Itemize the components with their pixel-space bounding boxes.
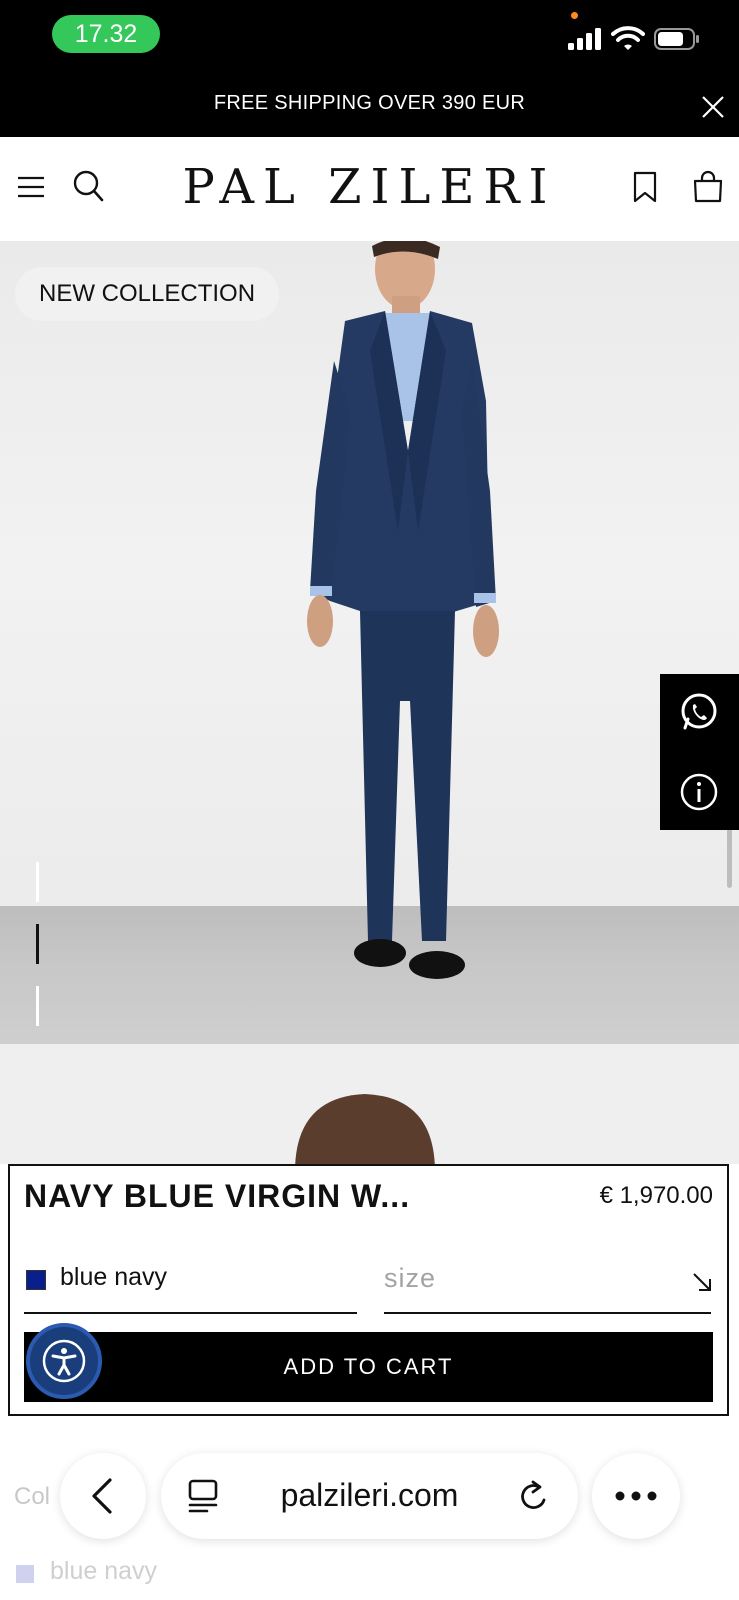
color-section-label: Col [14, 1483, 51, 1510]
accessibility-icon [42, 1339, 86, 1383]
product-price: € 1,970.00 [599, 1182, 713, 1209]
color-value-faded: blue navy [50, 1557, 158, 1585]
browser-url-bar[interactable]: palzileri.com [161, 1453, 578, 1539]
reload-icon[interactable] [517, 1479, 551, 1515]
color-select-underline [24, 1312, 357, 1314]
gallery-dash[interactable] [36, 986, 39, 1026]
side-widgets [660, 674, 739, 830]
info-icon[interactable] [679, 772, 719, 812]
status-bar: 17.32 FREE SHIPPING OVER 390 EUR [0, 0, 739, 137]
bookmark-icon[interactable] [632, 171, 658, 203]
clock: 17.32 [52, 15, 160, 53]
product-name: NAVY BLUE VIRGIN W... [24, 1178, 411, 1214]
whatsapp-icon[interactable] [679, 692, 719, 732]
model-figure [307, 241, 499, 979]
battery-icon [654, 28, 699, 50]
shopping-bag-icon[interactable] [692, 169, 724, 203]
product-purchase-card: NAVY BLUE VIRGIN W... € 1,970.00 blue na… [8, 1164, 729, 1416]
color-swatch-faded [16, 1565, 34, 1583]
promo-banner-text: FREE SHIPPING OVER 390 EUR [213, 92, 526, 114]
product-image[interactable]: NEW COLLECTION [0, 241, 739, 1044]
more-dots-icon [615, 1491, 657, 1501]
accessibility-button[interactable] [26, 1323, 102, 1399]
recording-indicator [571, 12, 578, 19]
size-select[interactable]: size [384, 1263, 436, 1294]
browser-more-button[interactable] [592, 1453, 680, 1539]
new-collection-badge: NEW COLLECTION [15, 267, 280, 321]
product-image-secondary[interactable] [0, 1044, 739, 1164]
arrow-down-right-icon[interactable] [690, 1270, 714, 1294]
size-select-underline [384, 1312, 711, 1314]
close-icon[interactable] [700, 94, 726, 120]
browser-url-text: palzileri.com [280, 1477, 459, 1513]
browser-back-button[interactable] [60, 1453, 146, 1539]
brand-logo[interactable]: PAL ZILERI [0, 159, 739, 215]
color-swatch[interactable] [26, 1270, 46, 1290]
model-hair-peek [295, 1094, 435, 1164]
gallery-dash-active[interactable] [36, 924, 39, 964]
signal-icon [568, 28, 601, 50]
add-to-cart-button[interactable]: ADD TO CART [24, 1332, 713, 1402]
gallery-dash[interactable] [36, 862, 39, 902]
site-header: PAL ZILERI [0, 137, 739, 242]
wifi-icon [611, 26, 645, 50]
chevron-left-icon [92, 1478, 112, 1514]
color-select[interactable]: blue navy [60, 1263, 167, 1292]
